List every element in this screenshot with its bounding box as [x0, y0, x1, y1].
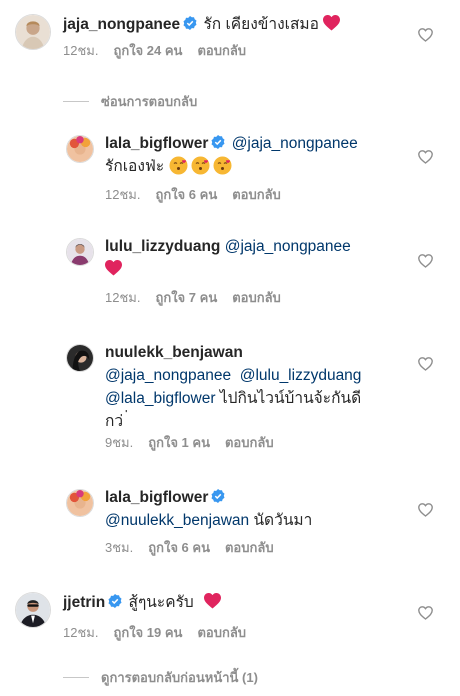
verified-badge-icon [211, 489, 225, 503]
mention-link[interactable]: @jaja_nongpanee [105, 367, 231, 384]
reply-text: nuulekk_benjawan @jaja_nongpanee @lulu_l… [105, 341, 405, 433]
kissing-face-emoji [213, 156, 232, 175]
reply-text: lulu_lizzyduang @jaja_nongpanee [105, 235, 351, 281]
mention-link[interactable]: @jaja_nongpanee [232, 135, 358, 152]
thread-line [63, 100, 89, 102]
comment-text: jjetrin สู้ๆนะครับ [63, 591, 222, 614]
like-count[interactable]: ถูกใจ 6 คน [148, 540, 210, 555]
thread-line [63, 676, 89, 678]
reply-meta: 12ชม. ถูกใจ 6 คน ตอบกลับ [105, 187, 296, 203]
like-count[interactable]: ถูกใจ 19 คน [113, 625, 182, 640]
verified-badge-icon [211, 135, 225, 149]
like-count[interactable]: ถูกใจ 1 คน [148, 435, 210, 450]
avatar[interactable] [15, 14, 51, 50]
heart-outline-icon[interactable] [418, 357, 433, 371]
mention-link[interactable]: @jaja_nongpanee [225, 238, 351, 255]
timestamp: 3ชม. [105, 540, 134, 555]
reply-meta: 3ชม. ถูกใจ 6 คน ตอบกลับ [105, 540, 289, 556]
comment: jaja_nongpanee รัก เคียงข้างเสมอ 12ชม. ถู… [0, 0, 460, 70]
username[interactable]: lala_bigflower [105, 135, 208, 152]
username[interactable]: lulu_lizzyduang [105, 238, 220, 255]
reply-button[interactable]: ตอบกลับ [232, 187, 281, 202]
comment-body: สู้ๆนะครับ [128, 594, 194, 611]
username[interactable]: jaja_nongpanee [63, 16, 180, 33]
verified-badge-icon [108, 594, 122, 608]
red-heart-emoji [105, 260, 122, 276]
comment-text: jaja_nongpanee รัก เคียงข้างเสมอ [63, 13, 341, 36]
reply-button[interactable]: ตอบกลับ [197, 625, 246, 640]
comment: jjetrin สู้ๆนะครับ 12ชม. ถูกใจ 19 คน ตอบกล… [0, 582, 460, 652]
reply: nuulekk_benjawan @jaja_nongpanee @lulu_l… [0, 338, 460, 458]
reply-body: ไปกินไวน์บ้านจ้ะกันดี [219, 390, 362, 407]
timestamp: 9ชม. [105, 435, 134, 450]
reply-meta: 12ชม. ถูกใจ 7 คน ตอบกลับ [105, 290, 296, 306]
kissing-face-emoji [191, 156, 210, 175]
comment-meta: 12ชม. ถูกใจ 24 คน ตอบกลับ [63, 43, 261, 59]
reply-button[interactable]: ตอบกลับ [225, 435, 274, 450]
kissing-face-emoji [169, 156, 188, 175]
timestamp: 12ชม. [105, 187, 141, 202]
mention-link[interactable]: @lala_bigflower [105, 390, 216, 407]
timestamp: 12ชม. [63, 43, 99, 58]
avatar[interactable] [66, 238, 94, 266]
hide-replies-toggle[interactable]: ซ่อนการตอบกลับ [63, 93, 197, 109]
hide-replies-label: ซ่อนการตอบกลับ [101, 93, 198, 109]
reply: lala_bigflower @jaja_nongpanee รักเองฟ่ะ… [0, 125, 460, 215]
avatar[interactable] [15, 592, 51, 628]
reply-body: นัดวันมา [253, 512, 313, 529]
mention-link[interactable]: @lulu_lizzyduang [240, 367, 362, 384]
username[interactable]: nuulekk_benjawan [105, 344, 243, 361]
mention-link[interactable]: @nuulekk_benjawan [105, 512, 249, 529]
heart-outline-icon[interactable] [418, 503, 433, 517]
comment-meta: 12ชม. ถูกใจ 19 คน ตอบกลับ [63, 625, 261, 641]
reply: lala_bigflower @nuulekk_benjawan นัดวันม… [0, 483, 460, 563]
reply-body-continued: กว่ ่ [105, 413, 129, 430]
username[interactable]: lala_bigflower [105, 489, 208, 506]
view-previous-replies-toggle[interactable]: ดูการตอบกลับก่อนหน้านี้ (1) [63, 669, 258, 685]
heart-outline-icon[interactable] [418, 254, 433, 268]
view-previous-label: ดูการตอบกลับก่อนหน้านี้ (1) [101, 669, 258, 685]
reply-button[interactable]: ตอบกลับ [232, 290, 281, 305]
heart-outline-icon[interactable] [418, 606, 433, 620]
heart-outline-icon[interactable] [418, 28, 433, 42]
avatar[interactable] [66, 344, 94, 372]
red-heart-emoji [323, 15, 341, 31]
reply-text: lala_bigflower @nuulekk_benjawan นัดวันม… [105, 486, 312, 532]
reply-meta: 9ชม. ถูกใจ 1 คน ตอบกลับ [105, 435, 289, 451]
red-heart-emoji [204, 593, 222, 609]
reply-text: lala_bigflower @jaja_nongpanee รักเองฟ่ะ [105, 132, 358, 178]
timestamp: 12ชม. [63, 625, 99, 640]
reply-body: รักเองฟ่ะ [105, 158, 165, 175]
timestamp: 12ชม. [105, 290, 141, 305]
username[interactable]: jjetrin [63, 594, 105, 611]
avatar[interactable] [66, 135, 94, 163]
like-count[interactable]: ถูกใจ 24 คน [113, 43, 182, 58]
reply: lulu_lizzyduang @jaja_nongpanee 12ชม. ถูก… [0, 232, 460, 322]
verified-badge-icon [183, 16, 197, 30]
avatar[interactable] [66, 489, 94, 517]
comment-body: รัก เคียงข้างเสมอ [203, 16, 319, 33]
like-count[interactable]: ถูกใจ 6 คน [155, 187, 217, 202]
reply-button[interactable]: ตอบกลับ [225, 540, 274, 555]
like-count[interactable]: ถูกใจ 7 คน [155, 290, 217, 305]
heart-outline-icon[interactable] [418, 150, 433, 164]
reply-button[interactable]: ตอบกลับ [197, 43, 246, 58]
